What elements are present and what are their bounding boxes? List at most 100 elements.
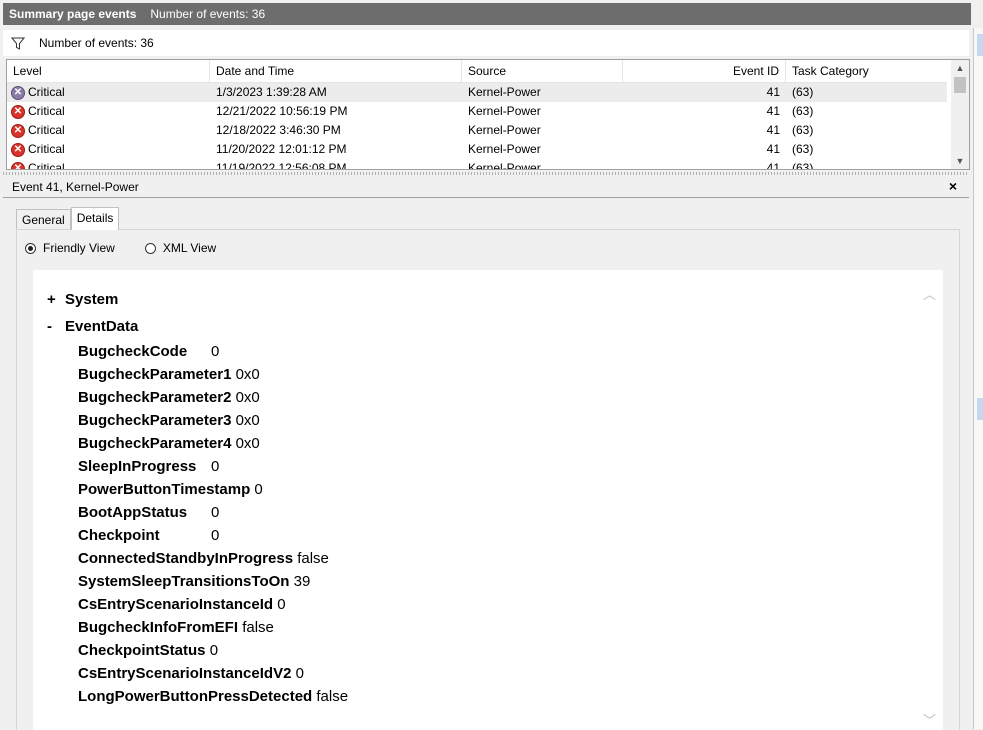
system-label: System — [65, 291, 119, 308]
events-grid[interactable]: Level Date and Time Source Event ID Task… — [6, 59, 970, 170]
field-value: 0 — [254, 481, 263, 498]
details-panel: Friendly View XML View ︿ ﹀ + System - Ev… — [16, 229, 960, 730]
field-value: 0 — [211, 504, 220, 521]
field-key: PowerButtonTimestamp — [78, 481, 251, 498]
eventdata-section[interactable]: - EventData — [47, 318, 138, 335]
field-key: SystemSleepTransitionsToOn — [78, 573, 290, 590]
table-row[interactable]: ✕ Critical 11/19/2022 12:56:08 PM Kernel-… — [7, 159, 947, 170]
row-level: Critical — [28, 104, 65, 118]
tab-details[interactable]: Details — [70, 207, 120, 230]
event-header: Event 41, Kernel-Power × — [3, 177, 969, 198]
row-task-category: (63) — [792, 161, 814, 170]
critical-icon: ✕ — [11, 85, 25, 100]
row-level: Critical — [28, 142, 65, 156]
field-value: 0 — [211, 343, 220, 360]
right-panel-strip — [973, 28, 983, 729]
radio-unselected-icon[interactable] — [144, 242, 156, 254]
table-row[interactable]: ✕ Critical 11/20/2022 12:01:12 PM Kernel-… — [7, 140, 947, 159]
field-key: BugcheckParameter3 — [78, 412, 232, 429]
scroll-thumb[interactable] — [954, 77, 966, 93]
row-event-id: 41 — [766, 123, 780, 137]
scroll-down-icon[interactable]: ▼ — [951, 153, 969, 169]
table-row[interactable]: ✕ Critical 12/21/2022 10:56:19 PM Kernel-… — [7, 102, 947, 121]
row-date-time: 12/18/2022 3:46:30 PM — [216, 123, 341, 137]
row-source: Kernel-Power — [468, 104, 541, 118]
summary-event-count: Number of events: 36 — [150, 7, 266, 21]
tab-general[interactable]: General — [16, 209, 71, 230]
filter-bar: Number of events: 36 — [3, 30, 969, 56]
field-key: BugcheckCode — [78, 343, 188, 360]
xml-view-label: XML View — [162, 241, 217, 255]
row-task-category: (63) — [792, 85, 814, 99]
field-key: SleepInProgress — [78, 458, 197, 475]
filter-icon[interactable] — [11, 37, 25, 50]
expand-icon[interactable]: + — [47, 291, 65, 308]
right-panel-marker — [977, 398, 983, 420]
field-key: BugcheckInfoFromEFI — [78, 619, 239, 636]
field-value: 0 — [211, 527, 220, 544]
summary-title-bar: Summary page events Number of events: 36 — [3, 3, 971, 25]
row-date-time: 1/3/2023 1:39:28 AM — [216, 85, 327, 99]
row-event-id: 41 — [766, 161, 780, 170]
field-row: SystemSleepTransitionsToOn 39 — [78, 572, 310, 592]
field-value: false — [316, 688, 349, 705]
field-row: BootAppStatus 0 — [78, 503, 219, 523]
row-source: Kernel-Power — [468, 161, 541, 170]
xml-view-radio[interactable]: XML View — [144, 241, 217, 255]
column-header-task-category[interactable]: Task Category — [786, 60, 947, 82]
scroll-down-chevron-icon[interactable]: ﹀ — [923, 710, 936, 729]
field-value: 0x0 — [235, 389, 260, 406]
table-row[interactable]: ✕ Critical 12/18/2022 3:46:30 PM Kernel-P… — [7, 121, 947, 140]
event-title: Event 41, Kernel-Power — [12, 180, 139, 194]
system-section[interactable]: + System — [47, 291, 118, 308]
field-key: LongPowerButtonPressDetected — [78, 688, 313, 705]
detail-tabs: General Details — [16, 207, 120, 230]
field-row: CsEntryScenarioInstanceId 0 — [78, 595, 286, 615]
scroll-up-icon[interactable]: ▲ — [951, 60, 969, 76]
field-key: ConnectedStandbyInProgress — [78, 550, 294, 567]
row-task-category: (63) — [792, 123, 814, 137]
row-task-category: (63) — [792, 104, 814, 118]
critical-icon: ✕ — [11, 142, 25, 157]
field-row: CsEntryScenarioInstanceIdV2 0 — [78, 664, 304, 684]
row-date-time: 11/20/2022 12:01:12 PM — [216, 142, 347, 156]
field-value: 0 — [277, 596, 286, 613]
field-key: CsEntryScenarioInstanceIdV2 — [78, 665, 292, 682]
collapse-icon[interactable]: - — [47, 318, 65, 335]
close-icon[interactable]: × — [949, 178, 957, 194]
grid-scrollbar[interactable]: ▲ ▼ — [951, 60, 969, 169]
critical-icon: ✕ — [11, 123, 25, 138]
field-row: BugcheckInfoFromEFI false — [78, 618, 274, 638]
pane-splitter[interactable] — [3, 172, 969, 175]
critical-icon: ✕ — [11, 161, 25, 169]
field-value: 0 — [209, 642, 219, 659]
friendly-view-radio[interactable]: Friendly View — [25, 241, 115, 255]
view-selector: Friendly View XML View — [25, 241, 246, 255]
field-key: BugcheckParameter1 — [78, 366, 232, 383]
field-key: CheckpointStatus — [78, 642, 206, 659]
row-event-id: 41 — [766, 104, 780, 118]
column-header-event-id[interactable]: Event ID — [623, 60, 786, 82]
field-row: SleepInProgress 0 — [78, 457, 219, 477]
field-key: BootAppStatus — [78, 504, 188, 521]
column-header-level[interactable]: Level — [7, 60, 210, 82]
row-source: Kernel-Power — [468, 85, 541, 99]
field-row: Checkpoint 0 — [78, 526, 219, 546]
field-key: BugcheckParameter4 — [78, 435, 232, 452]
table-row[interactable]: ✕ Critical 1/3/2023 1:39:28 AM Kernel-Pow… — [7, 83, 947, 102]
field-value: 0 — [211, 458, 220, 475]
field-value: 0x0 — [235, 435, 260, 452]
grid-header: Level Date and Time Source Event ID Task… — [7, 60, 947, 83]
row-level: Critical — [28, 123, 65, 137]
column-header-date-time[interactable]: Date and Time — [210, 60, 462, 82]
field-row: BugcheckParameter1 0x0 — [78, 365, 260, 385]
field-value: false — [297, 550, 329, 567]
row-level: Critical — [28, 85, 65, 99]
field-row: ConnectedStandbyInProgress false — [78, 549, 329, 569]
critical-icon: ✕ — [11, 104, 25, 119]
eventdata-label: EventData — [65, 318, 139, 335]
scroll-up-chevron-icon[interactable]: ︿ — [923, 284, 936, 303]
radio-selected-icon[interactable] — [25, 242, 36, 254]
field-value: 0 — [295, 665, 304, 682]
column-header-source[interactable]: Source — [462, 60, 623, 82]
